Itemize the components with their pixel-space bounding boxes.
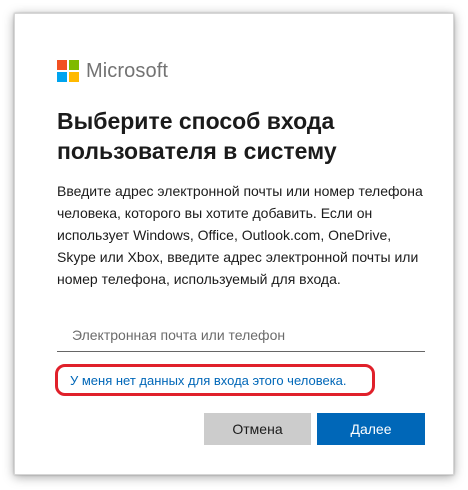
logo-green-square bbox=[69, 60, 79, 70]
email-or-phone-field[interactable] bbox=[57, 322, 425, 352]
dialog-description: Введите адрес электронной почты или номе… bbox=[57, 183, 423, 287]
no-sign-in-info-link[interactable]: У меня нет данных для входа этого челове… bbox=[55, 364, 375, 396]
brand-name: Microsoft bbox=[86, 59, 169, 82]
cancel-button[interactable]: Отмена bbox=[204, 413, 311, 445]
dialog-title: Выберите способ входа пользователя в сис… bbox=[57, 108, 337, 164]
add-user-dialog: Microsoft Выберите способ входа пользова… bbox=[14, 13, 454, 475]
screen: Microsoft Выберите способ входа пользова… bbox=[0, 0, 468, 490]
next-button[interactable]: Далее bbox=[317, 413, 425, 445]
logo-red-square bbox=[57, 60, 67, 70]
logo-blue-square bbox=[57, 72, 67, 82]
microsoft-brand: Microsoft bbox=[57, 58, 168, 84]
logo-yellow-square bbox=[69, 72, 79, 82]
microsoft-logo-icon bbox=[57, 60, 79, 82]
